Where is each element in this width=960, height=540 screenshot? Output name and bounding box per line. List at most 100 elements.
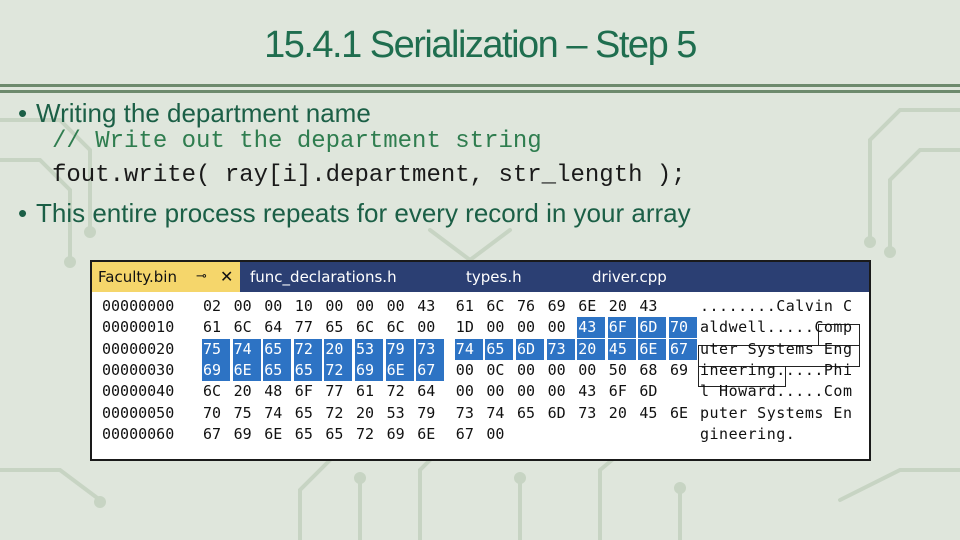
hex-byte[interactable]: 65 — [324, 317, 352, 338]
hex-byte[interactable]: 65 — [294, 424, 322, 445]
hex-grid[interactable]: 00000000 02 00 00 10 00 00 00 43 61 6C 76 69 6E 20 43..… — [92, 292, 869, 459]
hex-byte[interactable]: 6E — [638, 338, 667, 360]
hex-byte[interactable]: 50 — [608, 360, 636, 381]
hex-byte[interactable]: 00 — [233, 296, 261, 317]
hex-byte[interactable]: 79 — [416, 403, 444, 424]
pin-icon[interactable]: ⊸ — [196, 262, 207, 292]
hex-byte[interactable]: 6F — [608, 381, 636, 402]
hex-byte[interactable]: 72 — [293, 338, 322, 360]
hex-byte[interactable]: 00 — [577, 360, 605, 381]
hex-byte[interactable]: 73 — [455, 403, 483, 424]
hex-byte[interactable]: 00 — [485, 317, 513, 338]
hex-row[interactable]: 00000030 69 6E 65 65 72 69 6E 67 00 0C 00 00 00 50 68 69… — [92, 359, 869, 381]
hex-byte[interactable]: 6F — [294, 381, 322, 402]
hex-byte[interactable]: 00 — [386, 296, 414, 317]
hex-byte[interactable]: 6C — [485, 296, 513, 317]
hex-byte[interactable]: 74 — [454, 338, 483, 360]
hex-byte[interactable]: 64 — [416, 381, 444, 402]
hex-byte[interactable]: 73 — [416, 338, 445, 360]
hex-byte[interactable]: 20 — [324, 338, 353, 360]
hex-byte[interactable]: 6E — [577, 296, 605, 317]
hex-byte[interactable]: 6F — [607, 317, 636, 339]
hex-byte[interactable]: 00 — [416, 317, 444, 338]
hex-byte[interactable]: 65 — [263, 359, 292, 381]
hex-byte[interactable]: 76 — [516, 296, 544, 317]
hex-byte[interactable]: 72 — [324, 359, 353, 381]
hex-byte[interactable]: 73 — [546, 338, 575, 360]
hex-byte[interactable]: 68 — [638, 360, 666, 381]
hex-byte[interactable]: 74 — [485, 403, 513, 424]
tab-func-declarations[interactable]: func_declarations.h — [250, 262, 397, 292]
hex-byte[interactable]: 00 — [355, 296, 383, 317]
hex-byte[interactable]: 6E — [263, 424, 291, 445]
hex-byte[interactable]: 74 — [232, 338, 261, 360]
hex-byte[interactable]: 00 — [455, 360, 483, 381]
hex-byte[interactable]: 45 — [638, 403, 666, 424]
hex-byte[interactable]: 00 — [455, 381, 483, 402]
hex-byte[interactable]: 75 — [233, 403, 261, 424]
hex-byte[interactable]: 69 — [355, 359, 383, 381]
hex-byte[interactable]: 61 — [455, 296, 483, 317]
hex-byte[interactable]: 67 — [202, 424, 230, 445]
hex-byte[interactable]: 67 — [669, 338, 697, 360]
hex-byte[interactable]: 65 — [516, 403, 544, 424]
hex-byte[interactable]: 1D — [455, 317, 483, 338]
hex-row[interactable]: 00000050 70 75 74 65 72 20 53 79 73 74 65 6D 73 20 45 6E… — [92, 403, 869, 424]
hex-row[interactable]: 00000000 02 00 00 10 00 00 00 43 61 6C 76 69 6E 20 43..… — [92, 296, 869, 317]
hex-byte[interactable]: 20 — [608, 296, 636, 317]
hex-byte[interactable]: 00 — [485, 424, 513, 445]
hex-byte[interactable]: 6E — [669, 403, 697, 424]
hex-byte[interactable]: 72 — [355, 424, 383, 445]
hex-byte[interactable]: 0C — [485, 360, 513, 381]
hex-byte[interactable]: 53 — [355, 338, 383, 360]
hex-byte[interactable]: 6D — [638, 381, 666, 402]
hex-byte[interactable]: 79 — [385, 338, 414, 360]
hex-byte[interactable]: 43 — [416, 296, 444, 317]
tab-types-h[interactable]: types.h — [466, 262, 522, 292]
hex-byte[interactable]: 69 — [669, 360, 697, 381]
close-icon[interactable]: ✕ — [220, 262, 233, 292]
hex-byte[interactable]: 69 — [202, 359, 230, 381]
hex-byte[interactable]: 70 — [669, 317, 697, 339]
tab-driver-cpp[interactable]: driver.cpp — [592, 262, 667, 292]
hex-byte[interactable]: 00 — [516, 317, 544, 338]
hex-byte[interactable]: 64 — [263, 317, 291, 338]
hex-byte[interactable]: 73 — [577, 403, 605, 424]
hex-byte[interactable]: 20 — [355, 403, 383, 424]
hex-byte[interactable]: 6D — [547, 403, 575, 424]
hex-byte[interactable]: 77 — [294, 317, 322, 338]
hex-byte[interactable]: 45 — [607, 338, 636, 360]
hex-byte[interactable]: 00 — [485, 381, 513, 402]
hex-byte[interactable]: 67 — [455, 424, 483, 445]
hex-row[interactable]: 00000060 67 69 6E 65 65 72 69 6E 67 00 gineering. — [92, 424, 869, 445]
hex-byte[interactable]: 69 — [233, 424, 261, 445]
hex-byte[interactable]: 6C — [355, 317, 383, 338]
hex-byte[interactable]: 6C — [386, 317, 414, 338]
hex-byte[interactable]: 20 — [608, 403, 636, 424]
hex-byte[interactable]: 43 — [577, 317, 606, 339]
hex-byte[interactable]: 00 — [547, 360, 575, 381]
hex-byte[interactable]: 72 — [386, 381, 414, 402]
hex-byte[interactable]: 00 — [263, 296, 291, 317]
hex-byte[interactable]: 6E — [385, 359, 414, 381]
hex-byte[interactable]: 61 — [355, 381, 383, 402]
hex-byte[interactable]: 65 — [293, 359, 322, 381]
hex-byte[interactable]: 74 — [263, 403, 291, 424]
hex-byte[interactable]: 48 — [263, 381, 291, 402]
hex-byte[interactable]: 53 — [386, 403, 414, 424]
hex-byte[interactable]: 6E — [416, 424, 444, 445]
hex-byte[interactable]: 00 — [516, 381, 544, 402]
hex-byte[interactable]: 00 — [324, 296, 352, 317]
hex-byte[interactable]: 67 — [416, 359, 445, 381]
hex-byte[interactable]: 20 — [233, 381, 261, 402]
hex-byte[interactable]: 69 — [386, 424, 414, 445]
tab-faculty-bin[interactable]: Faculty.bin ⊸ ✕ — [92, 262, 240, 292]
hex-byte[interactable]: 6D — [638, 317, 667, 339]
hex-byte[interactable]: 61 — [202, 317, 230, 338]
hex-byte[interactable]: 00 — [516, 360, 544, 381]
hex-byte[interactable]: 69 — [547, 296, 575, 317]
hex-byte[interactable]: 6C — [233, 317, 261, 338]
hex-byte[interactable]: 6D — [516, 338, 544, 360]
hex-byte[interactable]: 00 — [547, 317, 575, 338]
hex-row[interactable]: 00000010 61 6C 64 77 65 6C 6C 00 1D 00 00 00 43 6F 6D 70… — [92, 317, 869, 339]
